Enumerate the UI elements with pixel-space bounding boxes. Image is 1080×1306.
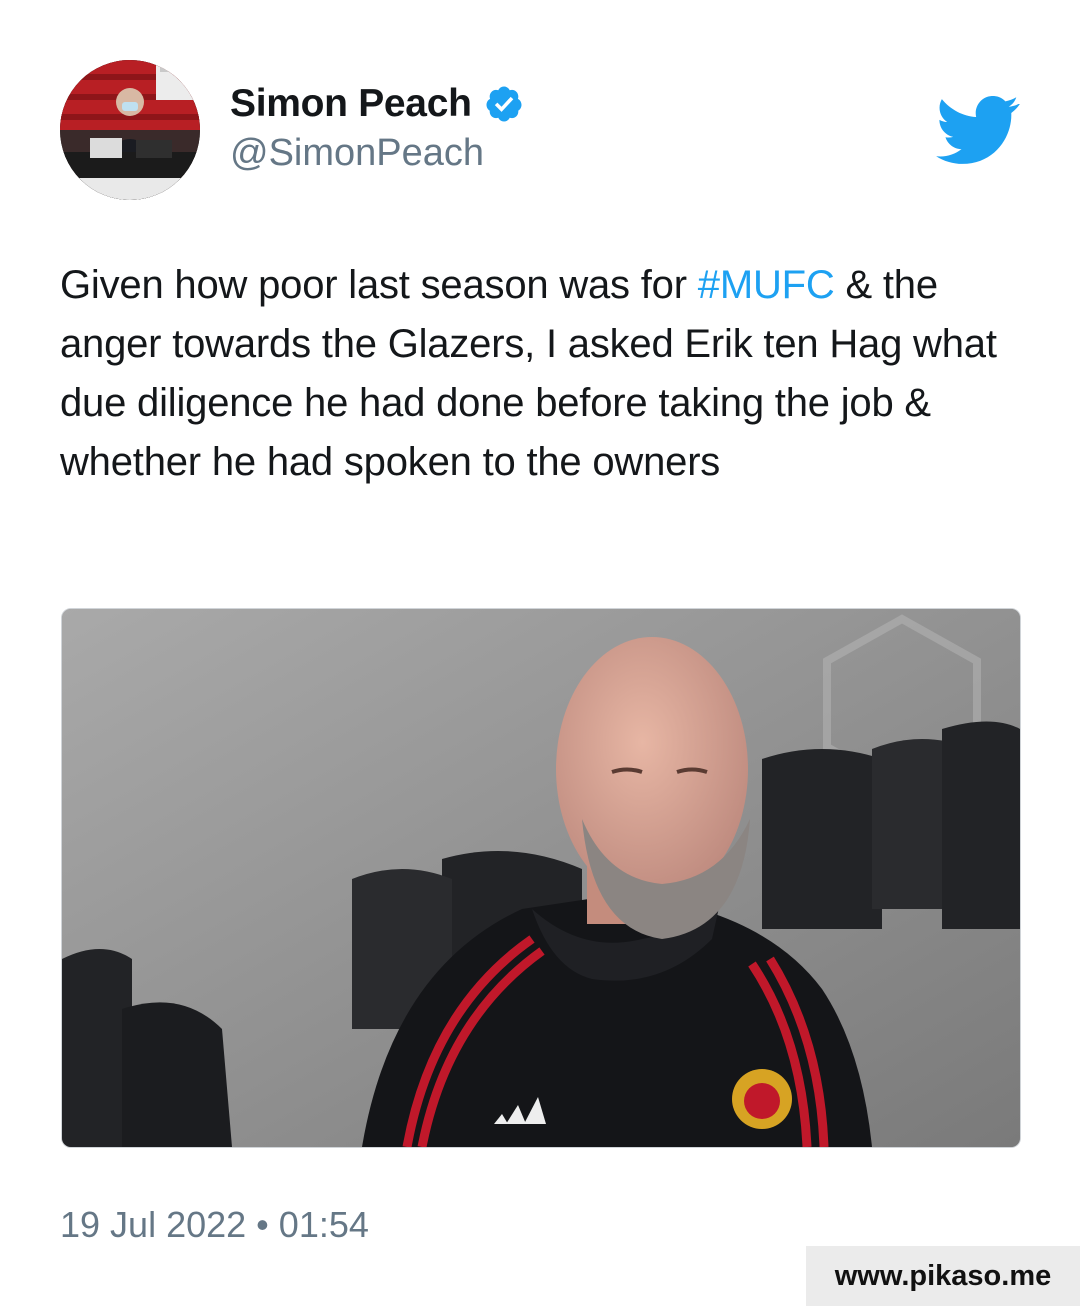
tweet-media-image[interactable] <box>61 608 1021 1148</box>
display-name-row: Simon Peach <box>230 78 524 130</box>
timestamp-separator: • <box>256 1204 269 1245</box>
pikaso-watermark: www.pikaso.me <box>806 1246 1080 1306</box>
tweet-text-start: Given how poor last season was for <box>60 263 698 307</box>
hashtag-link[interactable]: #MUFC <box>698 263 835 307</box>
tweet-time: 01:54 <box>278 1204 369 1245</box>
tweet-timestamp[interactable]: 19 Jul 2022 • 01:54 <box>60 1204 369 1246</box>
tweet-text: Given how poor last season was for #MUFC… <box>60 256 1020 492</box>
tweet-date: 19 Jul 2022 <box>60 1204 247 1245</box>
author-block: Simon Peach @SimonPeach <box>230 78 524 175</box>
handle[interactable]: @SimonPeach <box>230 132 524 175</box>
verified-badge-icon <box>486 86 522 122</box>
twitter-bird-icon[interactable] <box>936 96 1020 164</box>
display-name[interactable]: Simon Peach <box>230 82 472 126</box>
avatar[interactable] <box>60 60 200 200</box>
